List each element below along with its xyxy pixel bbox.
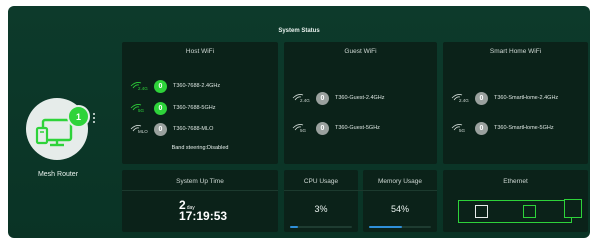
ssid-label: T360-7688-MLO xyxy=(173,126,214,132)
client-count-badge-5g: 0 xyxy=(316,121,329,135)
cpu-usage-value: 3% xyxy=(314,204,328,214)
band-steering-status: Band steering:Disabled xyxy=(171,145,229,151)
ssid-label: T360-7688-5GHz xyxy=(173,105,216,111)
uptime-panel: System Up Time 2day 17:19:53 xyxy=(122,170,278,232)
ssid-label: T360-7688-2.4GHz xyxy=(173,83,221,89)
guest-wifi-row-2g[interactable]: 2.4G 0 T360-Guest-2.4GHz xyxy=(292,91,385,105)
cpu-usage-bar xyxy=(290,226,298,228)
ethernet-wan-port-icon[interactable] xyxy=(564,199,582,218)
cpu-usage-title: CPU Usage xyxy=(303,178,339,185)
smart-home-wifi-row-5g[interactable]: 5G 0 T360-SmartHome-5GHz xyxy=(451,121,554,135)
ethernet-port-2-icon[interactable] xyxy=(523,205,536,218)
ssid-label: T360-Guest-5GHz xyxy=(335,125,380,131)
ethernet-panel[interactable]: Ethernet xyxy=(443,170,588,232)
smart-home-wifi-panel[interactable]: Smart Home WiFi 2.4G 0 T360-SmartHome-2.… xyxy=(443,42,588,164)
host-wifi-panel[interactable]: Host WiFi 2.4G 0 T360-7688-2.4GHz 5G 0 T… xyxy=(122,42,278,164)
memory-usage-bar xyxy=(369,226,402,228)
cpu-usage-track xyxy=(290,226,352,228)
guest-wifi-row-5g[interactable]: 5G 0 T360-Guest-5GHz xyxy=(292,121,380,135)
client-count-badge-2g: 0 xyxy=(475,91,488,105)
guest-wifi-panel[interactable]: Guest WiFi 2.4G 0 T360-Guest-2.4GHz 5G 0… xyxy=(284,42,437,164)
ssid-label: T360-SmartHome-5GHz xyxy=(494,125,554,131)
smart-home-wifi-row-2g[interactable]: 2.4G 0 T360-SmartHome-2.4GHz xyxy=(451,91,558,105)
client-count-badge-5g: 0 xyxy=(154,101,167,115)
wifi-2g-icon: 2.4G xyxy=(292,92,310,104)
more-options-icon[interactable] xyxy=(92,112,96,126)
ethernet-port-1-icon[interactable] xyxy=(475,205,488,218)
client-count-badge-2g: 0 xyxy=(154,79,167,93)
page-title: System Status xyxy=(278,28,320,34)
client-count: 1 xyxy=(75,111,81,122)
ethernet-ports xyxy=(458,200,572,223)
ssid-label: T360-SmartHome-2.4GHz xyxy=(494,95,559,101)
wifi-5g-icon: 5G xyxy=(451,122,469,134)
ethernet-title: Ethernet xyxy=(503,178,528,185)
host-wifi-row-2g[interactable]: 2.4G 0 T360-7688-2.4GHz xyxy=(130,79,220,93)
wifi-5g-icon: 5G xyxy=(130,102,148,114)
system-status-card: System Status 1 Mesh Router Host WiFi 2.… xyxy=(8,6,590,238)
wifi-5g-icon: 5G xyxy=(292,122,310,134)
client-count-badge-5g: 0 xyxy=(475,121,488,135)
wifi-2g-icon: 2.4G xyxy=(130,80,148,92)
ssid-label: T360-Guest-2.4GHz xyxy=(335,95,385,101)
host-wifi-row-5g[interactable]: 5G 0 T360-7688-5GHz xyxy=(130,101,216,115)
uptime-clock: 17:19:53 xyxy=(179,209,228,223)
memory-usage-title: Memory Usage xyxy=(377,178,423,185)
memory-usage-value: 54% xyxy=(390,204,409,214)
client-count-badge-2g: 0 xyxy=(316,91,329,105)
client-count-badge-mlo: 0 xyxy=(154,122,167,136)
host-wifi-title: Host WiFi xyxy=(185,48,215,55)
device-name: Mesh Router xyxy=(37,171,79,178)
guest-wifi-title: Guest WiFi xyxy=(344,48,377,55)
memory-usage-panel: Memory Usage 54% xyxy=(363,170,437,232)
smart-home-wifi-title: Smart Home WiFi xyxy=(489,48,542,55)
host-wifi-row-mlo[interactable]: MLO 0 T360-7688-MLO xyxy=(130,122,213,136)
cpu-usage-panel: CPU Usage 3% xyxy=(284,170,358,232)
wifi-2g-icon: 2.4G xyxy=(451,92,469,104)
wifi-mlo-icon: MLO xyxy=(130,123,148,135)
client-count-badge[interactable]: 1 xyxy=(67,105,90,128)
